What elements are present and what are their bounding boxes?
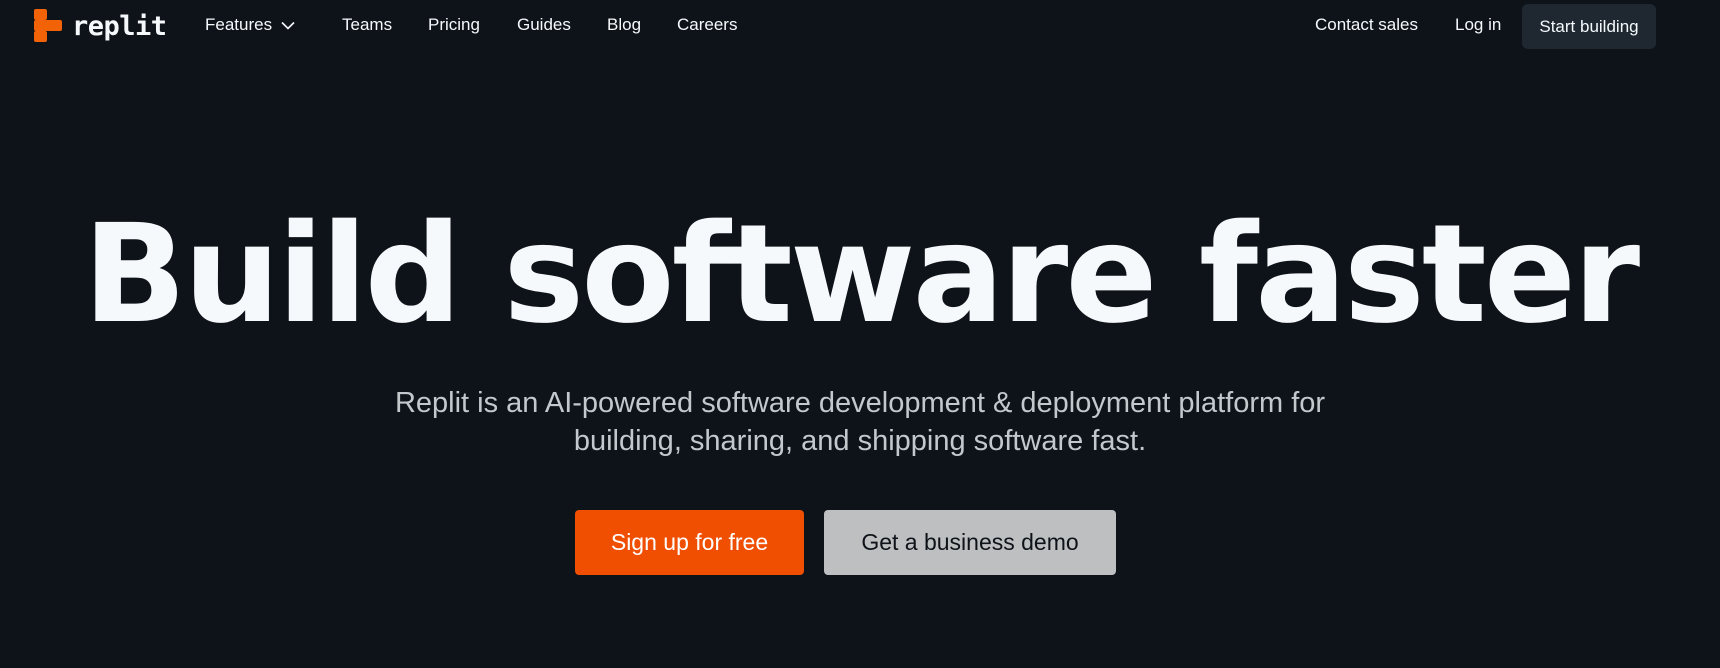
hero-subtitle: Replit is an AI-powered software develop…: [310, 384, 1410, 460]
nav-features-label: Features: [205, 15, 273, 34]
nav-pricing[interactable]: Pricing: [428, 14, 480, 36]
hero-subtitle-line-2: building, sharing, and shipping software…: [573, 425, 1147, 457]
replit-logo-icon: [34, 9, 62, 43]
sign-up-button[interactable]: Sign up for free: [575, 510, 804, 575]
nav-careers[interactable]: Careers: [677, 14, 737, 36]
nav-teams[interactable]: Teams: [342, 14, 392, 36]
top-nav: replit Features Teams Pricing Guides Blo…: [0, 0, 1720, 50]
nav-features[interactable]: Features: [205, 14, 295, 36]
business-demo-button[interactable]: Get a business demo: [824, 510, 1116, 575]
log-in-link[interactable]: Log in: [1455, 14, 1501, 36]
chevron-down-icon: [281, 21, 295, 30]
start-building-button[interactable]: Start building: [1522, 4, 1656, 49]
nav-blog[interactable]: Blog: [607, 14, 641, 36]
contact-sales-link[interactable]: Contact sales: [1315, 14, 1418, 36]
replit-logo[interactable]: replit: [34, 8, 167, 44]
logo-wordmark: replit: [72, 10, 167, 42]
nav-guides[interactable]: Guides: [517, 14, 571, 36]
replit-homepage: replit Features Teams Pricing Guides Blo…: [0, 0, 1720, 668]
hero-subtitle-line-1: Replit is an AI-powered software develop…: [394, 387, 1326, 419]
hero-title: Build software faster: [82, 196, 1640, 354]
